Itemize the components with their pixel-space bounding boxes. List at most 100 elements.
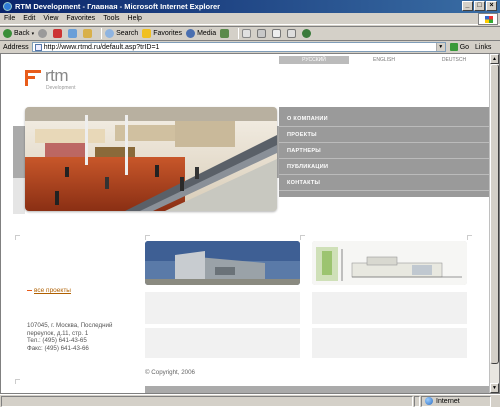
go-arrow-icon	[449, 43, 458, 51]
all-projects-link[interactable]: все проекты	[27, 287, 71, 294]
toolbar: Back ▾ Search Favorites Media	[0, 26, 500, 40]
lang-russian[interactable]: РУССКИЙ	[279, 56, 349, 64]
toolbar-separator	[238, 28, 240, 39]
forward-arrow-icon	[38, 29, 48, 38]
project-thumbnail[interactable]	[145, 241, 300, 285]
home-button[interactable]	[83, 29, 94, 38]
nav-contacts[interactable]: КОНТАКТЫ	[279, 175, 489, 191]
menu-edit[interactable]: Edit	[23, 15, 35, 22]
print-icon	[257, 29, 267, 38]
windows-logo-icon	[478, 13, 498, 25]
lang-english[interactable]: ENGLISH	[349, 56, 419, 64]
company-address: 107045, г. Москва, Последний переулок, д…	[27, 322, 113, 352]
refresh-button[interactable]	[68, 29, 79, 38]
logo-brand: rtm	[45, 66, 69, 85]
chevron-down-icon[interactable]: ▼	[435, 43, 445, 51]
language-switcher: РУССКИЙ ENGLISH DEUTSCH	[279, 56, 489, 64]
address-input[interactable]: http://www.rtmd.ru/default.asp?trID=1 ▼	[31, 42, 446, 52]
media-icon	[186, 29, 196, 38]
close-button[interactable]: ×	[486, 1, 497, 11]
refresh-icon	[68, 29, 78, 38]
project-thumbnail[interactable]	[312, 241, 467, 285]
messenger-button[interactable]	[302, 29, 313, 38]
logo-subtitle: Development	[46, 85, 76, 91]
zone-label: Internet	[436, 397, 460, 405]
menu-view[interactable]: View	[43, 15, 58, 22]
menu-bar: File Edit View Favorites Tools Help	[0, 13, 500, 25]
scroll-down-icon[interactable]: ▼	[490, 383, 499, 393]
address-bar: Address http://www.rtmd.ru/default.asp?t…	[0, 40, 500, 53]
mail-button[interactable]	[242, 29, 253, 38]
project-thumbnails	[145, 241, 489, 287]
browser-viewport: РУССКИЙ ENGLISH DEUTSCH rtm Development	[0, 53, 500, 394]
nav-projects[interactable]: ПРОЕКТЫ	[279, 127, 489, 143]
print-button[interactable]	[257, 29, 268, 38]
status-bar: Internet	[0, 394, 500, 407]
star-icon	[142, 29, 152, 38]
toolbar-separator	[101, 28, 103, 39]
messenger-icon	[302, 29, 312, 38]
stop-icon	[53, 29, 63, 38]
search-icon	[105, 29, 115, 38]
go-label: Go	[459, 43, 470, 51]
project-card	[312, 328, 467, 358]
home-icon	[83, 29, 93, 38]
nav-about[interactable]: О КОМПАНИИ	[279, 111, 489, 127]
status-text	[1, 395, 413, 407]
edit-icon	[272, 29, 282, 38]
decor-corner	[467, 235, 472, 240]
warehouse-photo	[145, 241, 300, 285]
site-logo[interactable]: rtm Development	[25, 66, 95, 94]
security-zone: Internet	[421, 395, 491, 407]
lang-deutsch[interactable]: DEUTSCH	[419, 56, 489, 64]
building-drawing	[312, 241, 467, 285]
address-url: http://www.rtmd.ru/default.asp?trID=1	[43, 43, 160, 51]
decor-corner	[300, 235, 305, 240]
scroll-up-icon[interactable]: ▲	[490, 54, 499, 64]
hero-image	[25, 107, 277, 211]
search-label: Search	[116, 30, 139, 37]
menu-favorites[interactable]: Favorites	[66, 15, 95, 22]
project-card	[312, 292, 467, 324]
nav-publications[interactable]: ПУБЛИКАЦИИ	[279, 159, 489, 175]
decor-corner	[15, 235, 20, 240]
decor-corner	[145, 235, 150, 240]
media-button[interactable]: Media	[186, 29, 216, 38]
go-button[interactable]: Go	[449, 43, 470, 51]
history-button[interactable]	[220, 29, 231, 38]
footer-bar	[145, 386, 489, 393]
favorites-label: Favorites	[153, 30, 183, 37]
discuss-icon	[287, 29, 297, 38]
media-label: Media	[197, 30, 217, 37]
mail-icon	[242, 29, 252, 38]
links-button[interactable]: Links	[475, 44, 491, 51]
mall-photo	[25, 107, 277, 211]
window-title: RTM Development - Главная - Microsoft In…	[15, 2, 221, 11]
copyright: © Copyright, 2006	[145, 369, 195, 376]
history-icon	[220, 29, 230, 38]
discuss-button[interactable]	[287, 29, 298, 38]
globe-icon	[425, 397, 433, 405]
stop-button[interactable]	[53, 29, 64, 38]
web-page: РУССКИЙ ENGLISH DEUTSCH rtm Development	[13, 54, 489, 393]
decor-corner	[15, 379, 20, 384]
ie-icon	[3, 2, 12, 11]
scroll-thumb[interactable]	[490, 64, 499, 364]
minimize-button[interactable]: _	[462, 1, 473, 11]
back-label: Back	[14, 30, 30, 37]
window-title-bar[interactable]: RTM Development - Главная - Microsoft In…	[0, 0, 500, 13]
favorites-button[interactable]: Favorites	[142, 29, 182, 38]
forward-button[interactable]	[38, 29, 49, 38]
menu-tools[interactable]: Tools	[103, 15, 119, 22]
search-button[interactable]: Search	[105, 29, 138, 38]
edit-button[interactable]	[272, 29, 283, 38]
back-button[interactable]: Back ▾	[3, 29, 34, 38]
project-card	[145, 292, 300, 324]
maximize-button[interactable]: □	[474, 1, 485, 11]
menu-file[interactable]: File	[4, 15, 15, 22]
nav-partners[interactable]: ПАРТНЕРЫ	[279, 143, 489, 159]
menu-help[interactable]: Help	[128, 15, 142, 22]
project-card	[145, 328, 300, 358]
vertical-scrollbar[interactable]: ▲ ▼	[489, 54, 499, 393]
main-nav: О КОМПАНИИ ПРОЕКТЫ ПАРТНЕРЫ ПУБЛИКАЦИИ К…	[279, 111, 489, 191]
